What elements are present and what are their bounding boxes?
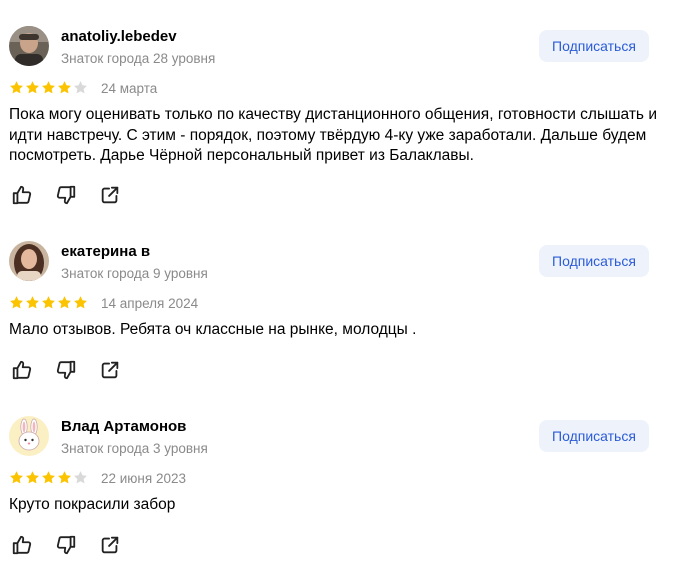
review-text: Круто покрасили забор [9,496,176,513]
star-filled-icon [26,81,39,94]
star-filled-icon [58,81,71,94]
review-card: екатерина в Знаток города 9 уровня Подпи… [0,241,686,391]
avatar[interactable] [9,241,49,281]
review-text: Мало отзывов. Ребята оч классные на рынк… [9,321,417,338]
share-button[interactable] [99,184,121,206]
star-filled-icon [58,471,71,484]
review-actions [11,359,121,381]
review-actions [11,534,121,556]
author-level: Знаток города 3 уровня [61,441,208,456]
author-name[interactable]: екатерина в [61,243,150,260]
subscribe-button[interactable]: Подписаться [539,30,649,62]
author-name[interactable]: Влад Артамонов [61,418,186,435]
star-filled-icon [26,296,39,309]
review-date: 14 апреля 2024 [101,296,199,311]
avatar[interactable] [9,26,49,66]
author-level: Знаток города 9 уровня [61,266,208,281]
like-icon [12,535,32,555]
like-icon [12,185,32,205]
rating-stars [9,295,88,310]
dislike-icon [56,535,76,555]
author-level: Знаток города 28 уровня [61,51,216,66]
share-icon [101,536,119,554]
avatar[interactable] [9,416,49,456]
dislike-button[interactable] [55,534,77,556]
share-icon [101,361,119,379]
star-filled-icon [42,471,55,484]
star-filled-icon [10,296,23,309]
review-date: 24 марта [101,81,158,96]
author-name[interactable]: anatoliy.lebedev [61,28,177,45]
rating-stars [9,470,88,485]
share-icon [101,186,119,204]
star-filled-icon [42,296,55,309]
share-button[interactable] [99,359,121,381]
dislike-icon [56,185,76,205]
dislike-button[interactable] [55,184,77,206]
review-actions [11,184,121,206]
like-button[interactable] [11,184,33,206]
like-icon [12,360,32,380]
star-filled-icon [74,296,87,309]
subscribe-button[interactable]: Подписаться [539,420,649,452]
star-filled-icon [26,471,39,484]
star-filled-icon [10,81,23,94]
star-filled-icon [10,471,23,484]
dislike-button[interactable] [55,359,77,381]
star-filled-icon [58,296,71,309]
rating-stars [9,80,88,95]
review-text: Пока могу оценивать только по качеству д… [9,106,657,164]
dislike-icon [56,360,76,380]
star-filled-icon [42,81,55,94]
like-button[interactable] [11,359,33,381]
star-empty-icon [74,81,87,94]
share-button[interactable] [99,534,121,556]
review-date: 22 июня 2023 [101,471,186,486]
like-button[interactable] [11,534,33,556]
review-card: Влад Артамонов Знаток города 3 уровня По… [0,416,686,566]
subscribe-button[interactable]: Подписаться [539,245,649,277]
star-empty-icon [74,471,87,484]
review-card: anatoliy.lebedev Знаток города 28 уровня… [0,26,686,216]
